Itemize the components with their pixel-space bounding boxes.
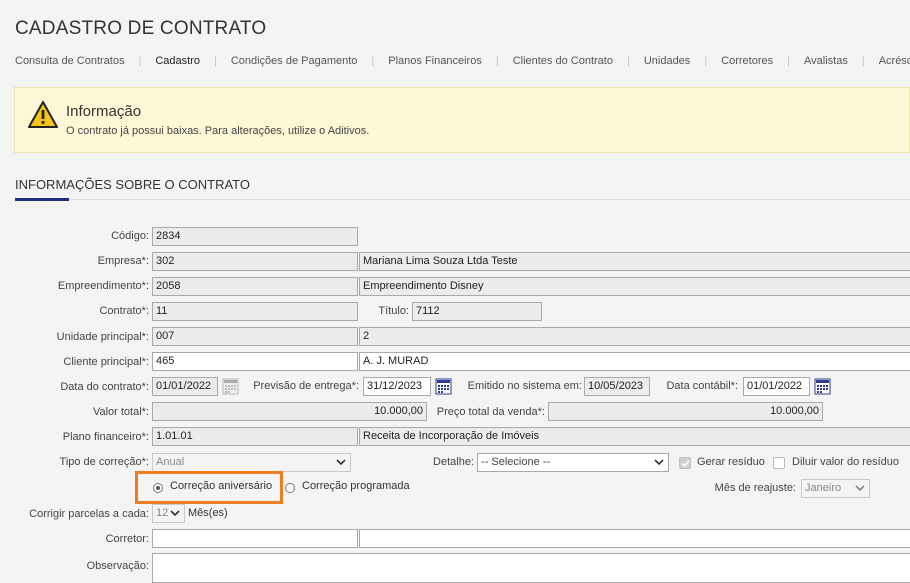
tab-acrescimos[interactable]: Acréscimos — [879, 55, 910, 67]
tab-consulta-contratos[interactable]: Consulta de Contratos — [15, 55, 124, 67]
check-icon — [681, 459, 690, 468]
highlight-box — [135, 471, 283, 504]
section-accent — [15, 198, 69, 201]
previsao-label: Previsão de entrega*: — [253, 380, 359, 392]
tab-clientes-contrato[interactable]: Clientes do Contrato — [513, 55, 613, 67]
plano-label: Plano financeiro*: — [62, 431, 149, 443]
empreendimento-label: Empreendimento*: — [57, 280, 149, 292]
tab-separator: | — [787, 55, 790, 67]
tipo-correcao-label: Tipo de correção*: — [59, 456, 149, 468]
chevron-down-icon — [170, 510, 180, 517]
corretor-code-input[interactable] — [152, 529, 358, 548]
cliente-name-field[interactable]: A. J. MURAD — [359, 352, 910, 371]
corrigir-parcelas-label: Corrigir parcelas a cada: — [29, 508, 149, 520]
warning-icon — [28, 101, 58, 128]
gerar-residuo-label: Gerar resíduo — [697, 456, 765, 468]
tab-planos-financeiros[interactable]: Planos Financeiros — [388, 55, 482, 67]
titulo-label: Título: — [378, 305, 409, 317]
plano-name-field[interactable]: Receita de Incorporação de Imóveis — [359, 427, 910, 446]
tab-separator: | — [626, 55, 630, 67]
mes-reajuste-value: Janeiro — [805, 482, 842, 494]
diluir-residuo-label: Diluir valor do resíduo — [792, 456, 899, 468]
titulo-field[interactable]: 7112 — [412, 302, 542, 321]
info-banner — [14, 87, 910, 153]
correcao-programada-radio[interactable] — [285, 483, 295, 493]
tab-separator: | — [704, 55, 708, 67]
calendar-icon[interactable] — [814, 378, 831, 395]
corretor-name-input[interactable] — [359, 529, 910, 548]
tab-separator: | — [861, 55, 865, 67]
section-title: INFORMAÇÕES SOBRE O CONTRATO — [15, 177, 250, 192]
codigo-label: Código: — [111, 230, 149, 242]
preco-venda-field[interactable]: 10.000,00 — [548, 402, 823, 421]
previsao-input[interactable]: 31/12/2023 — [363, 377, 431, 396]
gerar-residuo-checkbox[interactable] — [679, 457, 691, 469]
tab-separator: | — [213, 55, 217, 67]
chevron-down-icon — [654, 459, 664, 466]
empresa-code-field[interactable]: 302 — [152, 252, 358, 271]
tipo-correcao-value: Anual — [156, 456, 185, 468]
calendar-icon[interactable] — [435, 378, 452, 395]
chevron-down-icon — [855, 485, 865, 492]
empreendimento-name-field[interactable]: Empreendimento Disney — [359, 277, 910, 296]
info-message: O contrato já possui baixas. Para altera… — [66, 125, 370, 137]
tab-separator: | — [371, 55, 375, 67]
diluir-residuo-checkbox[interactable] — [773, 457, 785, 469]
observacao-textarea[interactable] — [152, 553, 910, 583]
valor-total-label: Valor total*: — [92, 406, 149, 418]
tab-unidades[interactable]: Unidades — [644, 55, 690, 67]
data-contabil-input[interactable]: 01/01/2022 — [743, 377, 810, 396]
unidade-name-field[interactable]: 2 — [359, 327, 910, 346]
data-contrato-field[interactable]: 01/01/2022 — [152, 377, 218, 396]
data-contabil-label: Data contábil*: — [666, 380, 738, 392]
plano-code-field[interactable]: 1.01.01 — [152, 427, 358, 446]
section-divider — [15, 199, 910, 200]
detalhe-value: -- Selecione -- — [481, 456, 551, 468]
tab-cadastro[interactable]: Cadastro — [155, 55, 200, 67]
emitido-field[interactable]: 10/05/2023 — [584, 377, 650, 396]
observacao-label: Observação: — [86, 560, 149, 572]
tab-separator: | — [138, 55, 142, 67]
emitido-label: Emitido no sistema em: — [467, 380, 582, 392]
corrigir-parcelas-select[interactable]: 12 — [152, 504, 185, 523]
tab-separator: | — [495, 55, 499, 67]
empresa-label: Empresa*: — [97, 255, 149, 267]
calendar-icon[interactable] — [222, 378, 239, 395]
corrigir-parcelas-value: 12 — [156, 507, 169, 519]
codigo-field[interactable]: 2834 — [152, 227, 358, 246]
mes-reajuste-select[interactable]: Janeiro — [801, 479, 870, 498]
detalhe-label: Detalhe: — [433, 456, 474, 468]
contrato-label: Contrato*: — [99, 305, 149, 317]
empreendimento-code-field[interactable]: 2058 — [152, 277, 358, 296]
empresa-name-field[interactable]: Mariana Lima Souza Ltda Teste — [359, 252, 910, 271]
tab-corretores[interactable]: Corretores — [721, 55, 773, 67]
cliente-label: Cliente principal*: — [63, 356, 149, 368]
page-title: CADASTRO DE CONTRATO — [15, 18, 267, 39]
data-contrato-label: Data do contrato*: — [60, 381, 149, 393]
tab-condicoes-pagamento[interactable]: Condições de Pagamento — [231, 55, 358, 67]
unidade-code-field[interactable]: 007 — [152, 327, 358, 346]
corretor-label: Corretor: — [105, 533, 149, 545]
valor-total-field[interactable]: 10.000,00 — [152, 402, 427, 421]
cliente-code-input[interactable]: 465 — [152, 352, 358, 371]
detalhe-select[interactable]: -- Selecione -- — [477, 453, 669, 472]
corrigir-parcelas-unit: Mês(es) — [188, 507, 228, 519]
tipo-correcao-select[interactable]: Anual — [152, 453, 351, 472]
tab-bar: Consulta de Contratos | Cadastro | Condiçõ… — [15, 55, 910, 67]
mes-reajuste-label: Mês de reajuste: — [714, 482, 796, 494]
tab-avalistas[interactable]: Avalistas — [804, 55, 848, 67]
correcao-programada-label: Correção programada — [302, 480, 410, 492]
unidade-label: Unidade principal*: — [56, 331, 149, 343]
contrato-field[interactable]: 11 — [152, 302, 358, 321]
preco-venda-label: Preço total da venda*: — [436, 406, 545, 418]
info-title: Informação — [66, 103, 142, 120]
chevron-down-icon — [336, 459, 346, 466]
